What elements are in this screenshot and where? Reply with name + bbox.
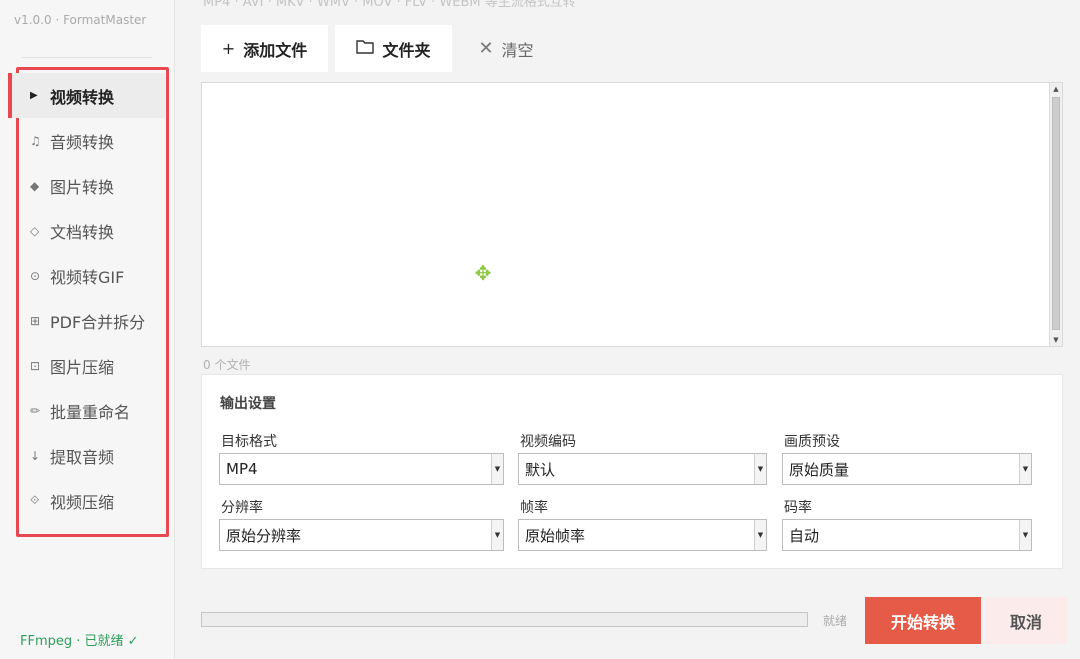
diamond-outline-icon: ◇ bbox=[30, 223, 40, 238]
move-cursor-icon: ✥ bbox=[474, 261, 492, 285]
target-format-select[interactable]: MP4 ▼ bbox=[219, 453, 504, 485]
resolution-value: 原始分辨率 bbox=[226, 526, 302, 545]
quality-preset-value: 原始质量 bbox=[789, 460, 850, 479]
file-drop-area[interactable]: ✥ ▲ ▼ bbox=[201, 82, 1063, 347]
frame-rate-select[interactable]: 原始帧率 ▼ bbox=[518, 519, 767, 551]
frame-rate-value: 原始帧率 bbox=[525, 526, 586, 545]
add-folder-button[interactable]: 文件夹 bbox=[335, 25, 452, 72]
sidebar-item-label: 文档转换 bbox=[50, 222, 115, 242]
sidebar-item-pdf-merge-split[interactable]: ⊞ PDF合并拆分 bbox=[8, 298, 165, 343]
play-icon: ▶ bbox=[30, 90, 38, 101]
chevron-down-icon: ▼ bbox=[754, 520, 766, 550]
sidebar-item-document-convert[interactable]: ◇ 文档转换 bbox=[8, 208, 165, 253]
settings-title: 输出设置 bbox=[220, 396, 276, 412]
conversion-progress-bar bbox=[201, 612, 808, 627]
cancel-button[interactable]: 取消 bbox=[985, 597, 1067, 644]
status-text: 就绪 bbox=[823, 614, 848, 628]
sidebar-item-label: 图片压缩 bbox=[50, 357, 115, 377]
chevron-down-icon: ▼ bbox=[491, 520, 503, 550]
add-file-label: 添加文件 bbox=[243, 40, 308, 60]
down-arrow-icon: ↓ bbox=[30, 448, 41, 463]
video-codec-value: 默认 bbox=[525, 460, 556, 479]
resolution-label: 分辨率 bbox=[221, 500, 263, 516]
sidebar-item-label: 视频转换 bbox=[50, 87, 115, 107]
sidebar-item-video-to-gif[interactable]: ⊙ 视频转GIF bbox=[8, 253, 165, 298]
music-note-icon: ♫ bbox=[30, 133, 41, 148]
format-subtitle: MP4 · AVI · MKV · WMV · MOV · FLV · WEBM… bbox=[203, 0, 576, 10]
diamond-dot-icon: ⟐ bbox=[30, 493, 40, 507]
file-count: 0 个文件 bbox=[203, 358, 251, 372]
sidebar-item-label: 提取音频 bbox=[50, 447, 115, 467]
start-convert-button[interactable]: 开始转换 bbox=[865, 597, 981, 644]
chevron-down-icon: ▼ bbox=[1019, 454, 1031, 484]
sidebar-item-label: 图片转换 bbox=[50, 177, 115, 197]
circle-dot-icon: ⊙ bbox=[30, 268, 41, 283]
output-settings-panel: 输出设置 目标格式 MP4 ▼ 视频编码 默认 ▼ 画质预设 原始质量 ▼ 分辨… bbox=[201, 374, 1063, 569]
target-format-label: 目标格式 bbox=[221, 434, 277, 450]
pencil-icon: ✏ bbox=[30, 403, 41, 418]
sidebar-item-label: 视频转GIF bbox=[50, 267, 125, 287]
ffmpeg-status: FFmpeg · 已就绪 ✓ bbox=[20, 634, 139, 649]
sidebar-item-batch-rename[interactable]: ✏ 批量重命名 bbox=[8, 388, 165, 433]
grid-icon: ⊞ bbox=[30, 313, 41, 328]
sidebar-item-video-compress[interactable]: ⟐ 视频压缩 bbox=[8, 478, 165, 523]
bitrate-label: 码率 bbox=[784, 500, 812, 516]
square-dot-icon: ⊡ bbox=[30, 358, 41, 373]
sidebar-item-label: 视频压缩 bbox=[50, 492, 115, 512]
sidebar-item-label: 批量重命名 bbox=[50, 402, 131, 422]
add-folder-label: 文件夹 bbox=[382, 40, 431, 60]
diamond-icon: ◆ bbox=[30, 178, 40, 193]
quality-preset-label: 画质预设 bbox=[784, 434, 840, 450]
file-list-scrollbar[interactable]: ▲ ▼ bbox=[1049, 83, 1062, 346]
folder-icon bbox=[356, 39, 375, 58]
resolution-select[interactable]: 原始分辨率 ▼ bbox=[219, 519, 504, 551]
clear-label: 清空 bbox=[501, 40, 534, 60]
add-file-button[interactable]: + 添加文件 bbox=[201, 25, 328, 72]
sidebar-item-label: PDF合并拆分 bbox=[50, 312, 146, 332]
scroll-up-icon[interactable]: ▲ bbox=[1050, 83, 1062, 95]
quality-preset-select[interactable]: 原始质量 ▼ bbox=[782, 453, 1032, 485]
chevron-down-icon: ▼ bbox=[1019, 520, 1031, 550]
target-format-value: MP4 bbox=[226, 460, 258, 478]
sidebar-item-audio-convert[interactable]: ♫ 音频转换 bbox=[8, 118, 165, 163]
sidebar-item-video-convert[interactable]: ▶ 视频转换 bbox=[8, 73, 165, 118]
sidebar: v1.0.0 · FormatMaster ▶ 视频转换 ♫ 音频转换 ◆ 图片… bbox=[0, 0, 175, 659]
chevron-down-icon: ▼ bbox=[754, 454, 766, 484]
bitrate-select[interactable]: 自动 ▼ bbox=[782, 519, 1032, 551]
sidebar-divider bbox=[22, 57, 152, 58]
chevron-down-icon: ▼ bbox=[491, 454, 503, 484]
bitrate-value: 自动 bbox=[789, 526, 820, 545]
scrollbar-thumb[interactable] bbox=[1052, 97, 1060, 330]
frame-rate-label: 帧率 bbox=[520, 500, 548, 516]
sidebar-item-label: 音频转换 bbox=[50, 132, 115, 152]
sidebar-item-image-convert[interactable]: ◆ 图片转换 bbox=[8, 163, 165, 208]
sidebar-nav: ▶ 视频转换 ♫ 音频转换 ◆ 图片转换 ◇ 文档转换 ⊙ 视频转GIF ⊞ P… bbox=[8, 73, 165, 523]
close-icon: ✕ bbox=[478, 38, 494, 59]
clear-button[interactable]: ✕ 清空 bbox=[466, 25, 546, 72]
sidebar-item-extract-audio[interactable]: ↓ 提取音频 bbox=[8, 433, 165, 478]
scroll-down-icon[interactable]: ▼ bbox=[1050, 334, 1062, 346]
app-version: v1.0.0 · FormatMaster bbox=[14, 13, 147, 27]
video-codec-label: 视频编码 bbox=[520, 434, 576, 450]
plus-icon: + bbox=[221, 39, 236, 58]
sidebar-item-image-compress[interactable]: ⊡ 图片压缩 bbox=[8, 343, 165, 388]
video-codec-select[interactable]: 默认 ▼ bbox=[518, 453, 767, 485]
